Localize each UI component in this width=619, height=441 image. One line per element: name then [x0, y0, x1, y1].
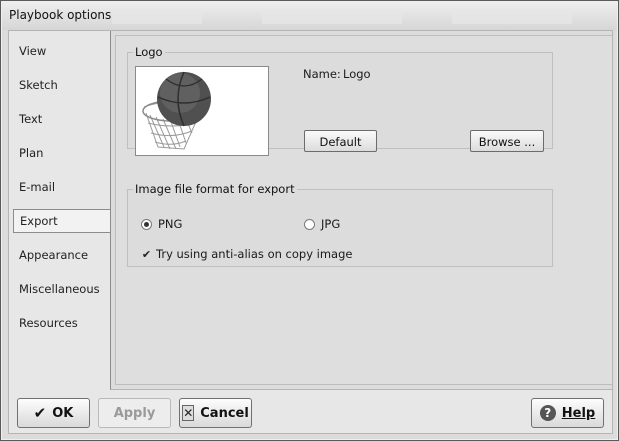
sidebar-item-label: Plan: [19, 146, 44, 160]
basketball-hoop-icon: [142, 71, 211, 150]
sidebar-item-label: E-mail: [19, 180, 56, 194]
jpg-radio[interactable]: [304, 219, 315, 230]
sidebar-item-label: View: [19, 44, 47, 58]
title-bar[interactable]: Playbook options: [2, 2, 617, 30]
apply-button[interactable]: Apply: [98, 398, 171, 428]
logo-name-value: Logo: [343, 67, 371, 81]
cancel-button[interactable]: ✕ Cancel: [179, 398, 252, 428]
logo-name-label: Name:: [303, 67, 341, 81]
default-button[interactable]: Default: [304, 130, 377, 152]
title-bar-background: [112, 10, 202, 24]
sidebar-item-email[interactable]: E-mail: [13, 175, 107, 199]
sidebar-item-label: Sketch: [19, 78, 58, 92]
sidebar-item-label: Resources: [19, 316, 78, 330]
sidebar-item-label: Export: [20, 214, 58, 228]
png-radio[interactable]: [141, 219, 152, 230]
export-panel-inner: Logo Name: Logo Default Browse ... Image…: [115, 35, 612, 385]
antialias-checkbox[interactable]: ✔: [141, 249, 152, 260]
sidebar-item-miscellaneous[interactable]: Miscellaneous: [13, 277, 107, 301]
ok-button-label: OK: [52, 405, 74, 421]
options-dialog: Playbook options View Sketch Text Plan E…: [0, 0, 619, 441]
export-format-group-legend: Image file format for export: [135, 182, 295, 196]
export-format-group: Image file format for export PNG JPG ✔ T…: [127, 182, 553, 267]
logo-group-legend: Logo: [135, 45, 163, 59]
sidebar-item-appearance[interactable]: Appearance: [13, 243, 107, 267]
cancel-button-label: Cancel: [200, 405, 249, 421]
help-button[interactable]: ? Help: [531, 398, 604, 428]
browse-button[interactable]: Browse ...: [470, 130, 544, 152]
window-title: Playbook options: [9, 8, 112, 22]
sidebar-item-label: Appearance: [19, 248, 89, 262]
sidebar-item-text[interactable]: Text: [13, 107, 107, 131]
close-icon: ✕: [182, 405, 195, 421]
help-icon: ?: [539, 405, 556, 421]
checkmark-icon: ✔: [33, 403, 47, 422]
logo-preview: [135, 66, 269, 156]
logo-group: Logo Name: Logo Default Browse ...: [127, 45, 553, 156]
jpg-label: JPG: [321, 217, 341, 231]
sidebar-item-resources[interactable]: Resources: [13, 311, 107, 335]
dialog-client-area: View Sketch Text Plan E-mail Export Appe…: [8, 30, 613, 434]
sidebar-item-view[interactable]: View: [13, 39, 107, 63]
apply-button-label: Apply: [113, 405, 156, 421]
sidebar-item-label: Miscellaneous: [19, 282, 100, 296]
sidebar-item-export[interactable]: Export: [13, 209, 111, 233]
title-bar-background: [262, 10, 402, 24]
sidebar-item-sketch[interactable]: Sketch: [13, 73, 107, 97]
ok-button[interactable]: ✔ OK: [17, 398, 90, 428]
help-button-label: Help: [561, 405, 596, 421]
title-bar-background: [452, 10, 572, 24]
antialias-label: Try using anti-alias on copy image: [156, 247, 353, 261]
sidebar-item-plan[interactable]: Plan: [13, 141, 107, 165]
export-panel: Logo Name: Logo Default Browse ... Image…: [110, 31, 612, 390]
png-label: PNG: [158, 217, 183, 231]
sidebar-item-label: Text: [19, 112, 43, 126]
sidebar: View Sketch Text Plan E-mail Export Appe…: [9, 31, 111, 391]
